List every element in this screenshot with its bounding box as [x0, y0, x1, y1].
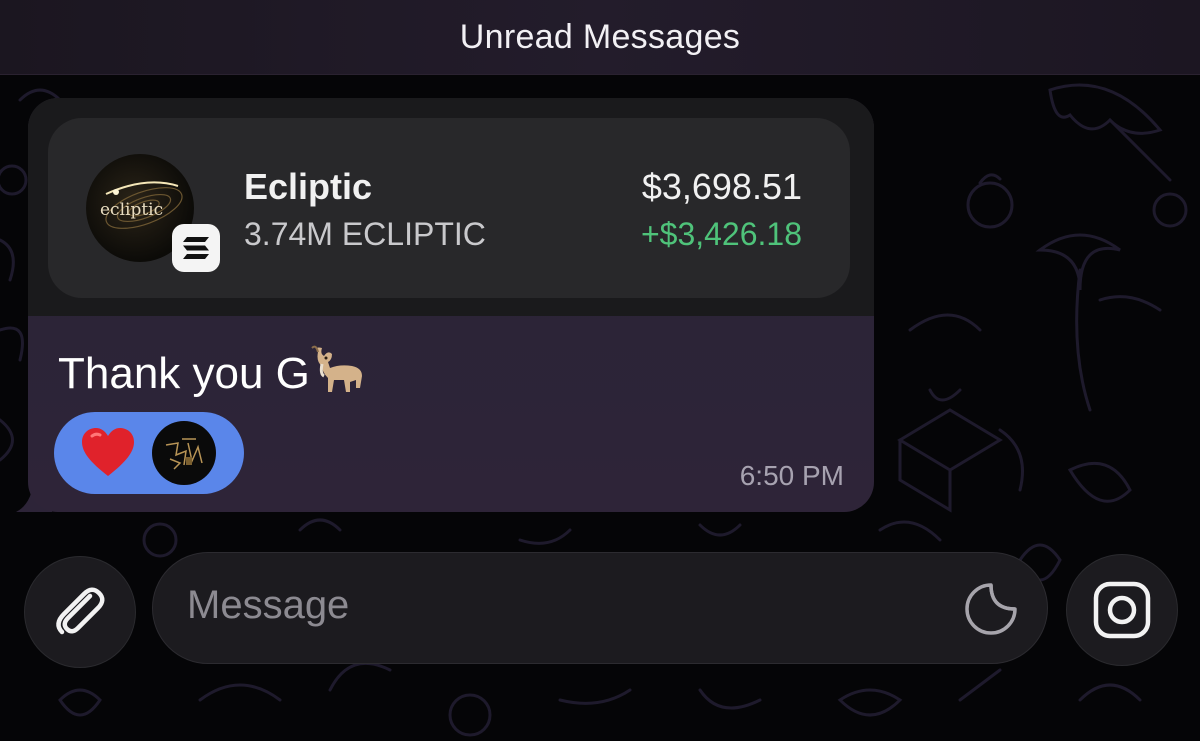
red-heart-icon	[82, 428, 134, 476]
goat-icon	[311, 345, 362, 392]
token-change: +$3,426.18	[640, 216, 802, 252]
token-logo-text: ecliptic	[100, 200, 164, 220]
reaction-pill[interactable]	[54, 412, 244, 494]
token-name: Ecliptic	[244, 166, 373, 207]
message-timestamp: 6:50 PM	[739, 460, 844, 491]
token-amount: 3.74M ECLIPTIC	[244, 216, 486, 252]
message-input[interactable]: Message	[152, 552, 1048, 664]
token-card[interactable]: ecliptic Ecliptic 3.74M ECLIPTIC $3,698.…	[48, 118, 850, 298]
message-text: Thank you G	[58, 344, 366, 400]
reactor-avatar-art	[165, 438, 203, 470]
unread-messages-banner: Unread Messages	[0, 0, 1200, 75]
chat-screen: Unread Messages ecliptic Ecliptic 3.74M …	[0, 0, 1200, 741]
message-body: Thank you G	[58, 349, 310, 398]
solana-icon	[172, 224, 220, 272]
token-value: $3,698.51	[641, 166, 802, 207]
unread-messages-label: Unread Messages	[459, 17, 741, 56]
sticker-icon[interactable]	[963, 581, 1019, 637]
message-bubble[interactable]: ecliptic Ecliptic 3.74M ECLIPTIC $3,698.…	[28, 98, 874, 512]
attach-button[interactable]	[24, 556, 136, 668]
camera-icon	[1093, 581, 1151, 639]
camera-button[interactable]	[1066, 554, 1178, 666]
paperclip-icon	[56, 587, 105, 635]
token-card-container: ecliptic Ecliptic 3.74M ECLIPTIC $3,698.…	[28, 98, 874, 316]
avatar[interactable]	[152, 421, 216, 485]
message-input-placeholder: Message	[187, 583, 350, 627]
